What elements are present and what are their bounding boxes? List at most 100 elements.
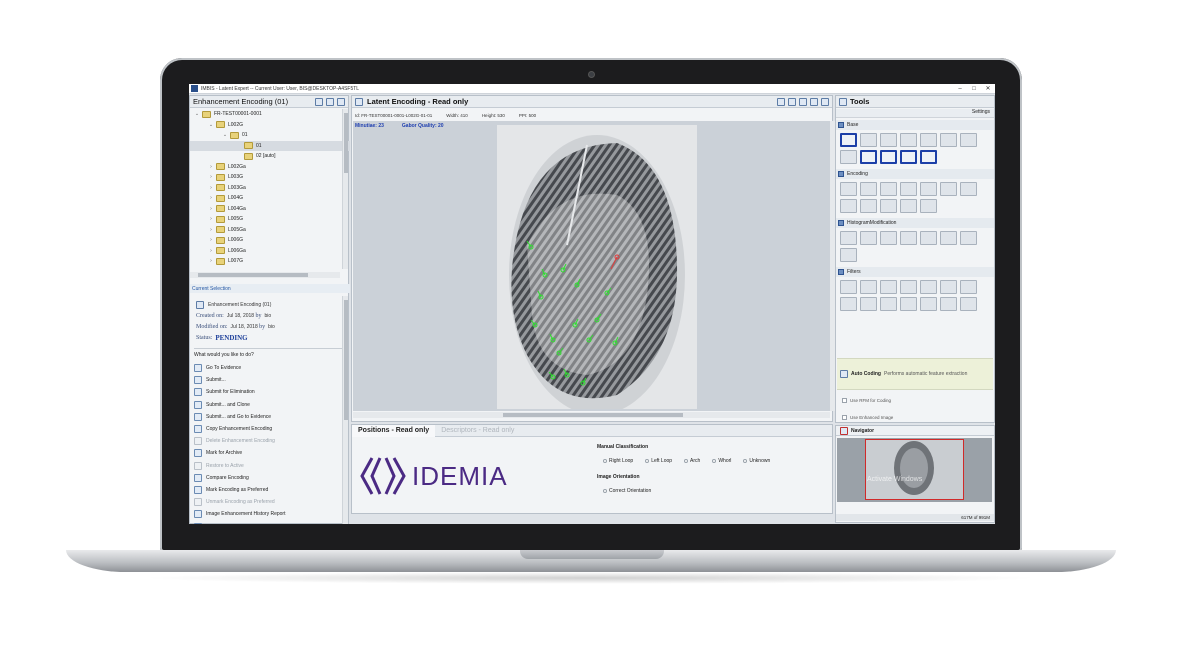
- action-item[interactable]: Image Enhancement History Report: [194, 508, 344, 520]
- tool-button[interactable]: [840, 182, 857, 196]
- tool-button[interactable]: [920, 150, 937, 164]
- tool-button[interactable]: [940, 297, 957, 311]
- tool-button[interactable]: [860, 133, 877, 147]
- tree-node[interactable]: › L004G: [190, 193, 350, 204]
- action-item[interactable]: Latent Encoding Report: [194, 520, 344, 524]
- action-item[interactable]: Submit... and Go to Evidence: [194, 411, 344, 423]
- action-item[interactable]: Submit... and Clone: [194, 399, 344, 411]
- chevron-icon[interactable]: ›: [208, 258, 214, 264]
- chevron-icon[interactable]: ›: [208, 185, 214, 191]
- tool-button[interactable]: [940, 231, 957, 245]
- action-item[interactable]: Submit...: [194, 374, 344, 386]
- tool-button[interactable]: [920, 133, 937, 147]
- tool-button[interactable]: [880, 231, 897, 245]
- classification-radio[interactable]: Arch: [684, 458, 700, 464]
- classification-radio[interactable]: Left Loop: [645, 458, 672, 464]
- action-item[interactable]: Mark for Archive: [194, 447, 344, 459]
- tool-button[interactable]: [860, 297, 877, 311]
- tool-button[interactable]: [900, 182, 917, 196]
- tree-node[interactable]: › L007G: [190, 256, 350, 267]
- classification-radio[interactable]: Right Loop: [603, 458, 633, 464]
- tool-button[interactable]: [900, 133, 917, 147]
- tree-node[interactable]: ⌄ FR-TEST00001-0001: [190, 109, 350, 120]
- tool-button[interactable]: [840, 133, 857, 147]
- chevron-icon[interactable]: ⌄: [208, 122, 214, 128]
- fit-icon[interactable]: [810, 97, 818, 106]
- tree-node[interactable]: › L005G: [190, 214, 350, 225]
- tree-node[interactable]: › L006Ga: [190, 246, 350, 257]
- chevron-icon[interactable]: ›: [208, 174, 214, 180]
- actions-scrollbar[interactable]: [342, 296, 348, 524]
- tree-node[interactable]: 01: [190, 140, 350, 151]
- chevron-icon[interactable]: ›: [208, 216, 214, 222]
- tool-button[interactable]: [940, 182, 957, 196]
- action-item[interactable]: Copy Enhancement Encoding: [194, 423, 344, 435]
- tool-button[interactable]: [960, 231, 977, 245]
- chevron-icon[interactable]: ›: [208, 237, 214, 243]
- tool-button[interactable]: [940, 133, 957, 147]
- tool-button[interactable]: [900, 199, 917, 213]
- refresh-icon[interactable]: [821, 97, 829, 106]
- tree-scrollbar[interactable]: [342, 109, 348, 269]
- tool-button[interactable]: [900, 297, 917, 311]
- tool-button[interactable]: [960, 133, 977, 147]
- display-icon[interactable]: [799, 97, 807, 106]
- tool-button[interactable]: [840, 150, 857, 164]
- tool-button[interactable]: [840, 199, 857, 213]
- action-item[interactable]: Delete Enhancement Encoding: [194, 435, 344, 447]
- tool-button[interactable]: [920, 231, 937, 245]
- tree-node[interactable]: ⌄ 01: [190, 130, 350, 141]
- tool-button[interactable]: [880, 199, 897, 213]
- chevron-icon[interactable]: ›: [208, 227, 214, 233]
- navigator-viewport[interactable]: [865, 439, 964, 500]
- tool-button[interactable]: [840, 280, 857, 294]
- tool-button[interactable]: [840, 297, 857, 311]
- navigator-thumbnail[interactable]: Activate Windows: [837, 438, 992, 502]
- tool-button[interactable]: [940, 280, 957, 294]
- action-item[interactable]: Compare Encoding: [194, 472, 344, 484]
- tree-node[interactable]: › L003Ga: [190, 183, 350, 194]
- chevron-icon[interactable]: ›: [208, 248, 214, 254]
- tool-button[interactable]: [920, 199, 937, 213]
- classification-radio[interactable]: Whorl: [712, 458, 731, 464]
- tool-button[interactable]: [900, 150, 917, 164]
- tool-button[interactable]: [880, 280, 897, 294]
- settings-icon[interactable]: [788, 97, 796, 106]
- chevron-icon[interactable]: ⌄: [194, 111, 200, 117]
- tree-node[interactable]: › L004Ga: [190, 204, 350, 215]
- select-tool-icon[interactable]: [777, 97, 785, 106]
- tool-button[interactable]: [860, 150, 877, 164]
- correct-orientation-checkbox[interactable]: Correct Orientation: [603, 488, 651, 494]
- tool-button[interactable]: [860, 182, 877, 196]
- settings-link[interactable]: Settings: [836, 109, 994, 118]
- tool-button[interactable]: [840, 231, 857, 245]
- use-rfm-checkbox[interactable]: Use RFM for Coding: [842, 398, 891, 403]
- tool-group-header[interactable]: HistogramModification: [836, 218, 994, 228]
- tool-button[interactable]: [960, 280, 977, 294]
- action-item[interactable]: Go To Evidence: [194, 362, 344, 374]
- tool-button[interactable]: [840, 248, 857, 262]
- action-item[interactable]: Mark Encoding as Preferred: [194, 484, 344, 496]
- tree-node[interactable]: › L006G: [190, 235, 350, 246]
- chevron-icon[interactable]: ›: [208, 206, 214, 212]
- maximize-button[interactable]: □: [967, 86, 981, 92]
- canvas-hscrollbar[interactable]: [353, 412, 830, 418]
- tree-hscrollbar[interactable]: [190, 272, 340, 278]
- minimize-button[interactable]: –: [953, 86, 967, 92]
- tree-node[interactable]: › L005Ga: [190, 225, 350, 236]
- action-item[interactable]: Restore to Active: [194, 460, 344, 472]
- close-button[interactable]: ✕: [981, 85, 995, 92]
- save-icon[interactable]: [315, 97, 323, 106]
- tool-button[interactable]: [900, 280, 917, 294]
- tool-button[interactable]: [880, 297, 897, 311]
- chevron-icon[interactable]: ›: [208, 195, 214, 201]
- tree-node[interactable]: 02 [auto]: [190, 151, 350, 162]
- tool-button[interactable]: [860, 199, 877, 213]
- image-canvas[interactable]: Minutiae: 23 Gabor Quality: 20: [353, 121, 830, 415]
- chevron-icon[interactable]: ›: [208, 164, 214, 170]
- export-icon[interactable]: [337, 97, 345, 106]
- tool-group-header[interactable]: Filters: [836, 267, 994, 277]
- action-item[interactable]: Unmark Encoding as Preferred: [194, 496, 344, 508]
- tool-button[interactable]: [880, 133, 897, 147]
- tool-button[interactable]: [880, 150, 897, 164]
